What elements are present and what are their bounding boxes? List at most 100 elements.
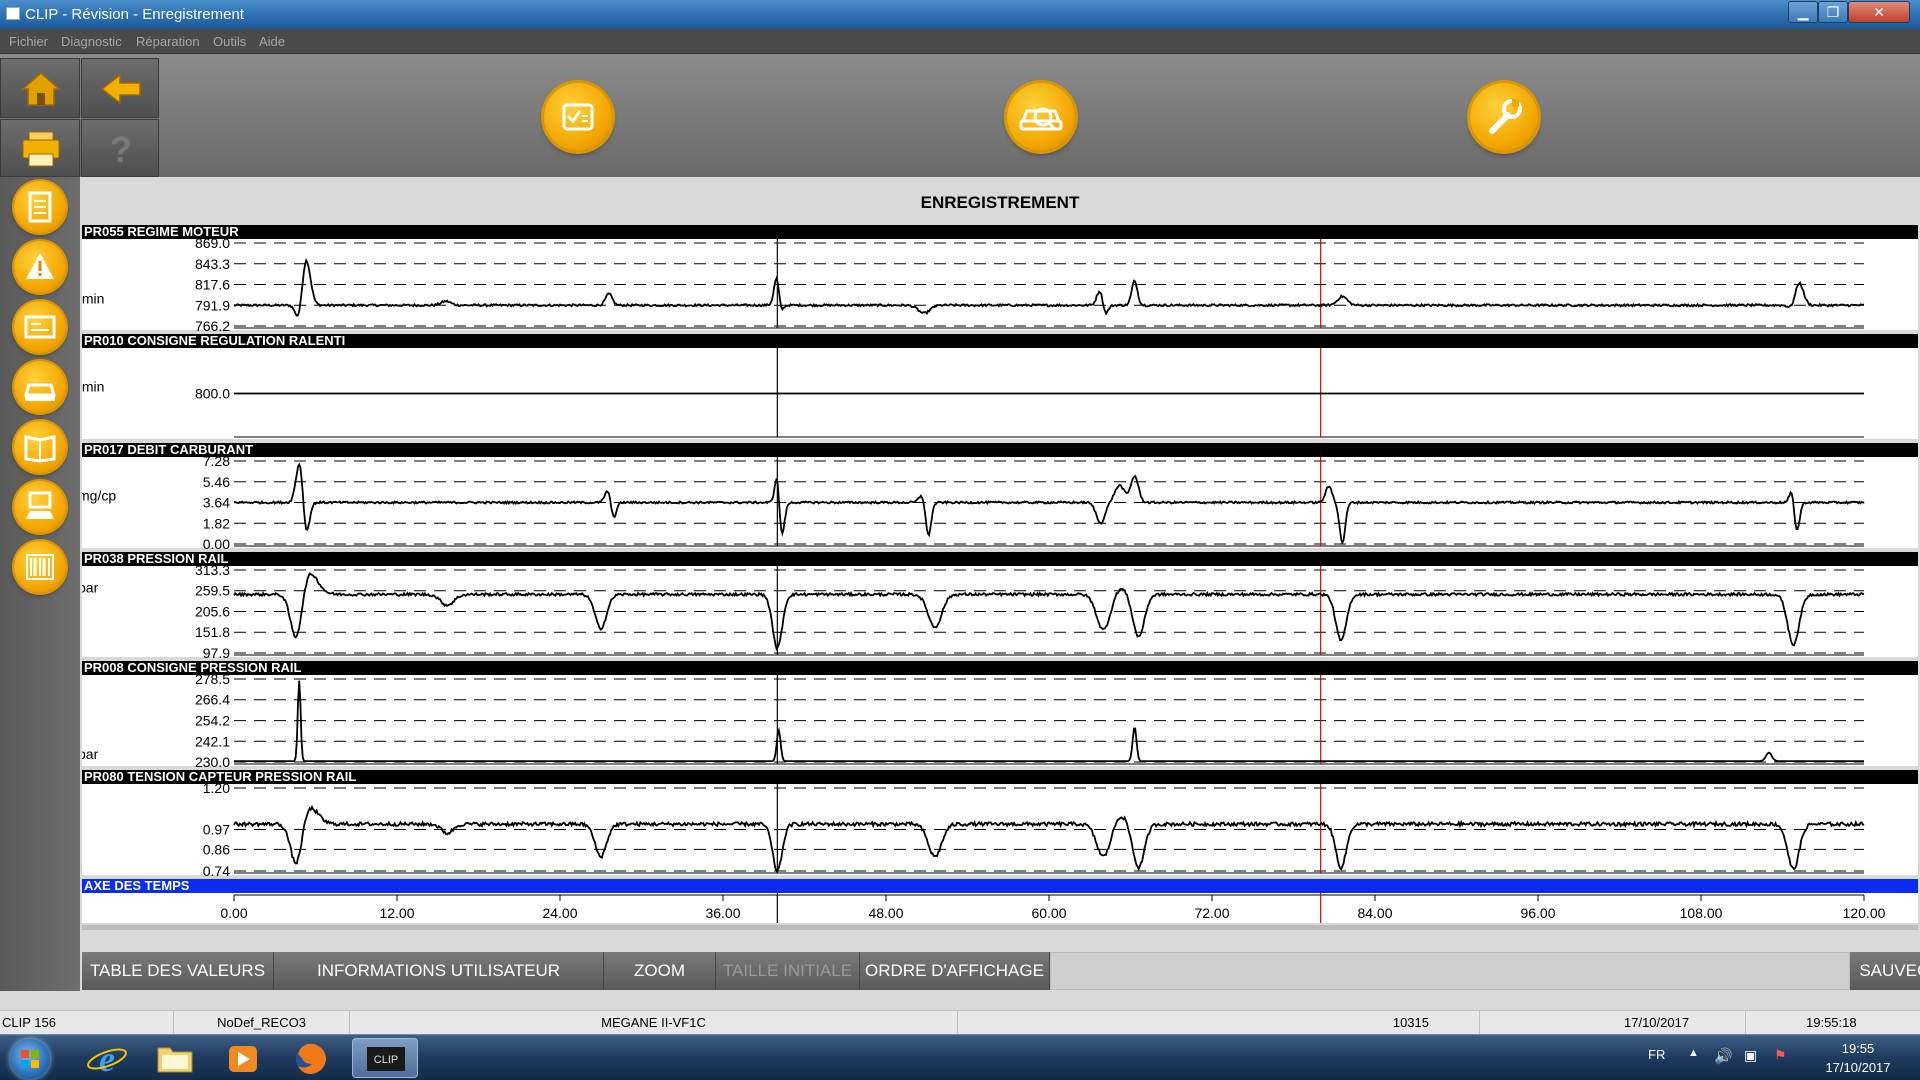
zoom-button[interactable]: ZOOM <box>604 952 716 990</box>
ecu-icon <box>24 315 56 339</box>
back-button[interactable] <box>81 58 159 118</box>
manual-icon <box>24 435 56 463</box>
vehicle-diagnostic-button[interactable] <box>1007 83 1075 151</box>
clock-time: 19:55 <box>1841 1041 1875 1056</box>
menu-bar: Fichier Diagnostic Réparation Outils Aid… <box>0 29 1920 54</box>
y-tick-label: 0.86 <box>203 841 230 857</box>
y-tick-label: 1.82 <box>203 515 230 531</box>
svg-text:e: e <box>99 1039 115 1078</box>
time-tick-label: 60.00 <box>1031 905 1066 921</box>
vehicle-button[interactable] <box>14 361 66 413</box>
y-tick-label: 242.1 <box>195 733 230 749</box>
menu-diagnostic[interactable]: Diagnostic <box>61 34 122 49</box>
help-button[interactable]: ? <box>81 119 159 177</box>
status-clip: CLIP 156 <box>0 1011 174 1035</box>
y-tick-label: 791.9 <box>195 297 230 313</box>
time-tick-label: 108.00 <box>1680 905 1723 921</box>
minimize-button[interactable]: ▁ <box>1788 1 1818 23</box>
panel-title: PR008 CONSIGNE PRESSION RAIL <box>84 660 301 675</box>
svg-text:?: ? <box>110 129 132 170</box>
ecu-button[interactable] <box>14 301 66 353</box>
tray-expand-icon[interactable]: ▲ <box>1688 1047 1699 1059</box>
time-tick-label: 48.00 <box>868 905 903 921</box>
panel-header-pr055 <box>82 225 1918 239</box>
panel-header-pr010 <box>82 334 1918 348</box>
clip-app-icon: CLIP <box>367 1047 405 1071</box>
toolbar: ? <box>0 54 1920 177</box>
panel-header-pr008 <box>82 661 1918 675</box>
y-tick-label: 800.0 <box>195 386 230 402</box>
status-nodef: NoDef_RECO3 <box>174 1011 350 1035</box>
y-tick-label: 0.00 <box>203 536 230 552</box>
window-app-icon <box>6 7 20 20</box>
firefox-button[interactable] <box>280 1038 342 1078</box>
clock-date: 17/10/2017 <box>1825 1060 1891 1075</box>
reset-size-button[interactable]: TAILLE INITIALE <box>716 952 860 990</box>
barcode-icon <box>26 554 54 580</box>
barcode-button[interactable] <box>14 541 66 593</box>
warning-button[interactable] <box>14 241 66 293</box>
unit-label: mg/cp <box>82 488 116 504</box>
unit-label: bar <box>82 746 99 762</box>
close-button[interactable]: ✕ <box>1848 1 1910 23</box>
y-tick-label: 817.6 <box>195 277 230 293</box>
time-axis-title: AXE DES TEMPS <box>84 878 190 893</box>
svg-text:CLIP: CLIP <box>374 1054 398 1066</box>
maximize-button[interactable]: ❐ <box>1818 1 1848 23</box>
menu-outils[interactable]: Outils <box>213 34 246 49</box>
media-player-icon <box>229 1046 257 1072</box>
save-button[interactable]: SAUVEGARDER <box>1850 952 1920 990</box>
y-tick-label: 266.4 <box>195 692 230 708</box>
title-bar: CLIP - Révision - Enregistrement ▁ ❐ ✕ <box>0 0 1920 29</box>
clip-app-button[interactable]: CLIP <box>352 1038 418 1078</box>
home-button[interactable] <box>0 58 80 118</box>
menu-aide[interactable]: Aide <box>259 34 285 49</box>
status-code: 10315 <box>958 1011 1480 1035</box>
page-title: ENREGISTREMENT <box>920 193 1080 212</box>
firefox-icon <box>296 1043 326 1074</box>
media-player-button[interactable] <box>212 1038 274 1078</box>
time-axis-header <box>82 879 1918 893</box>
vehicle-icon <box>23 383 57 401</box>
taskbar: e CLIP FR ▲ 🔊 ▣ ⚑ 19:55 17/10/2017 <box>0 1034 1920 1080</box>
value-table-button[interactable]: TABLE DES VALEURS <box>82 952 274 990</box>
start-button[interactable] <box>10 1039 50 1079</box>
panel-title: PR010 CONSIGNE REGULATION RALENTI <box>84 333 345 348</box>
y-tick-label: 5.46 <box>203 474 230 490</box>
panel-header-pr017 <box>82 443 1918 457</box>
print-button[interactable] <box>0 119 80 177</box>
repair-button[interactable] <box>1470 83 1538 151</box>
y-tick-label: 151.8 <box>195 624 230 640</box>
status-bar: CLIP 156 NoDef_RECO3 MEGANE II-VF1C 1031… <box>0 1010 1920 1035</box>
test-tool-button[interactable] <box>14 481 66 533</box>
time-tick-label: 24.00 <box>542 905 577 921</box>
user-info-button[interactable]: INFORMATIONS UTILISATEUR <box>274 952 604 990</box>
y-tick-label: 1.20 <box>203 780 230 796</box>
document-button[interactable] <box>14 181 66 233</box>
action-center-icon[interactable]: ⚑ <box>1774 1047 1787 1064</box>
unit-label: bar <box>82 579 99 595</box>
y-tick-label: 205.6 <box>195 604 230 620</box>
recording-chart[interactable]: PR055 REGIME MOTEUR869.0843.3817.6791.97… <box>78 224 1918 940</box>
menu-reparation[interactable]: Réparation <box>136 34 200 49</box>
menu-fichier[interactable]: Fichier <box>9 34 48 49</box>
display-order-button[interactable]: ORDRE D'AFFICHAGE <box>860 952 1050 990</box>
home-icon <box>21 71 61 106</box>
y-tick-label: 0.97 <box>203 822 230 838</box>
help-icon: ? <box>110 129 132 170</box>
time-tick-label: 36.00 <box>705 905 740 921</box>
manual-button[interactable] <box>14 421 66 473</box>
volume-icon[interactable]: 🔊 <box>1714 1047 1733 1065</box>
internet-explorer-button[interactable]: e <box>76 1038 138 1079</box>
time-tick-label: 0.00 <box>220 905 247 921</box>
window-title: CLIP - Révision - Enregistrement <box>25 6 244 23</box>
y-tick-label: 259.5 <box>195 583 230 599</box>
network-icon[interactable]: ▣ <box>1744 1047 1757 1064</box>
horizontal-scrollbar <box>82 925 1918 930</box>
checklist-button[interactable] <box>544 83 612 151</box>
print-icon <box>22 131 60 167</box>
taskbar-clock[interactable]: 19:55 17/10/2017 <box>1808 1039 1908 1077</box>
language-indicator[interactable]: FR <box>1648 1047 1665 1062</box>
explorer-button[interactable] <box>144 1038 206 1078</box>
time-axis-body <box>82 893 1918 923</box>
